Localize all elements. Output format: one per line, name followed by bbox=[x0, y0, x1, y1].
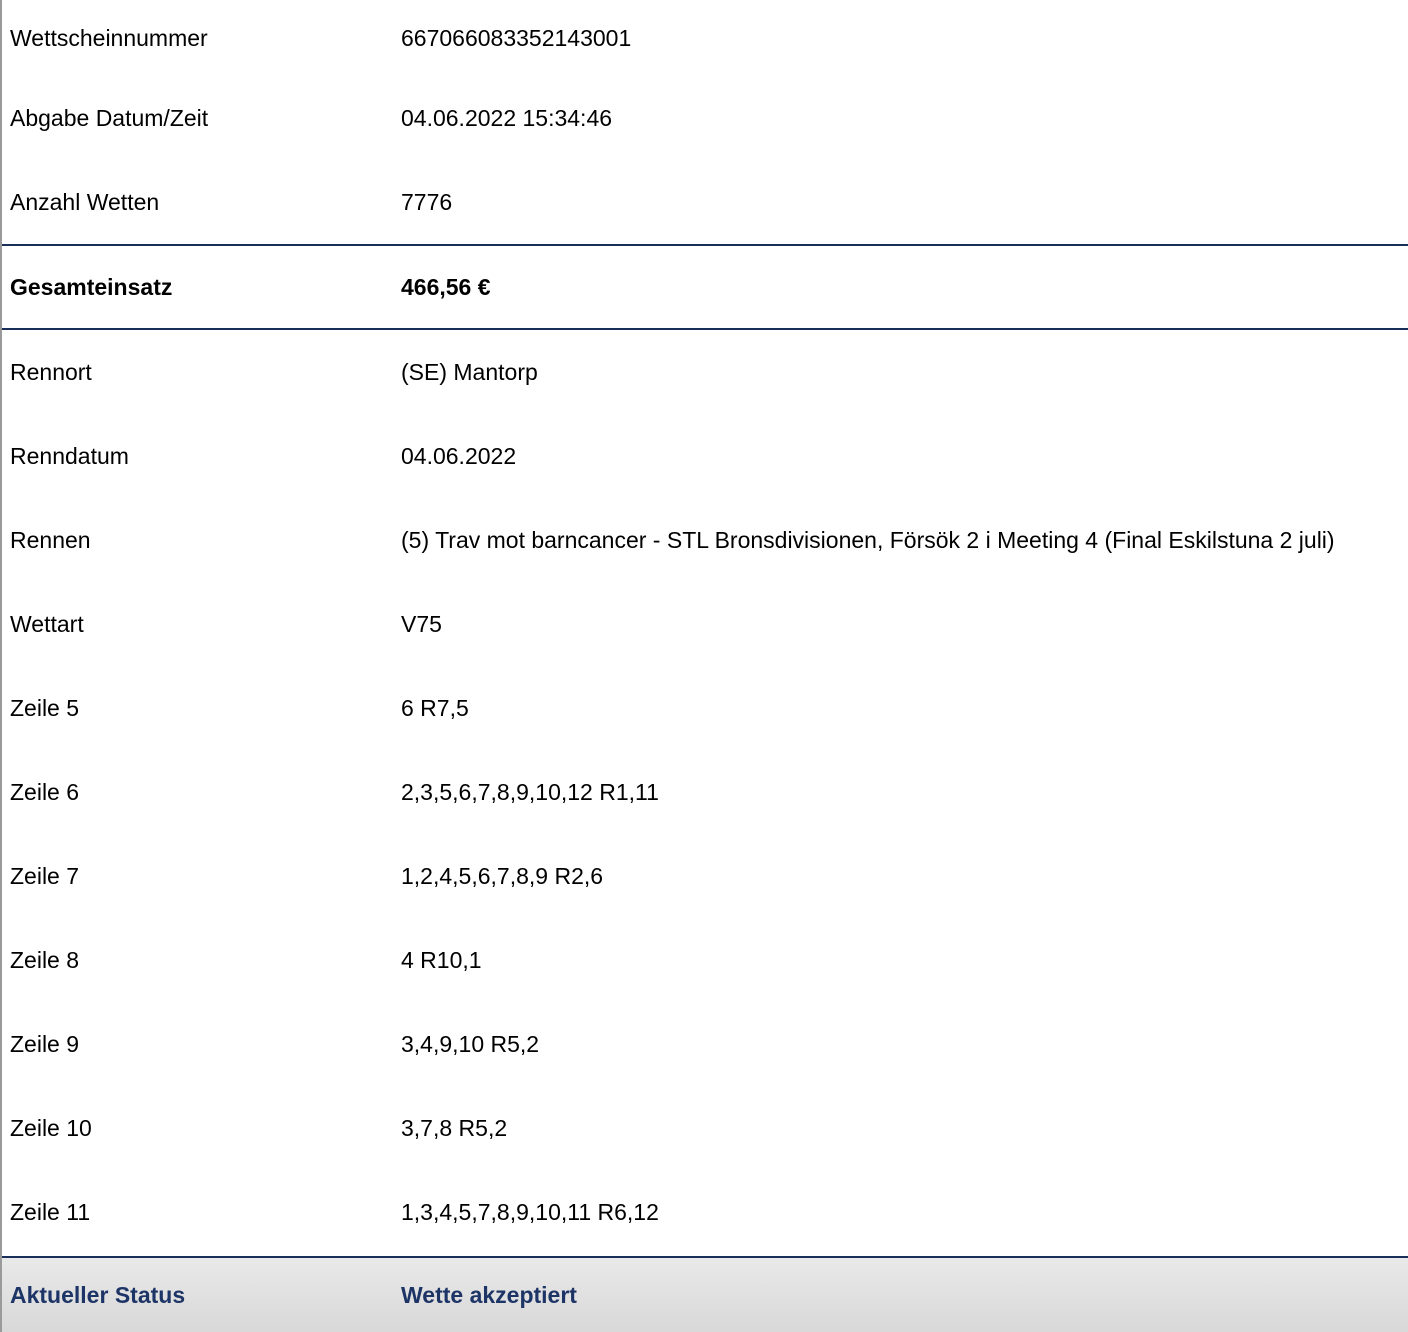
line-label: Zeile 7 bbox=[10, 862, 80, 889]
total-stake-label: Gesamteinsatz bbox=[10, 273, 173, 300]
line-label: Zeile 5 bbox=[10, 694, 80, 721]
line-label: Zeile 8 bbox=[10, 946, 80, 973]
venue-label: Rennort bbox=[10, 358, 92, 385]
row-current-status: Aktueller Status Wette akzeptiert bbox=[2, 1256, 1408, 1332]
current-status-value: Wette akzeptiert bbox=[401, 1281, 577, 1308]
row-line-9: Zeile 9 3,4,9,10 R5,2 bbox=[2, 1002, 1408, 1086]
race-value: (5) Trav mot barncancer - STL Bronsdivis… bbox=[401, 526, 1335, 553]
current-status-label: Aktueller Status bbox=[10, 1281, 186, 1308]
line-label: Zeile 9 bbox=[10, 1030, 80, 1057]
row-race-date: Renndatum 04.06.2022 bbox=[2, 414, 1408, 498]
row-total-stake: Gesamteinsatz 466,56 € bbox=[2, 244, 1408, 330]
total-stake-value: 466,56 € bbox=[401, 273, 491, 300]
line-value: 4 R10,1 bbox=[401, 946, 482, 973]
row-line-11: Zeile 11 1,3,4,5,7,8,9,10,11 R6,12 bbox=[2, 1170, 1408, 1254]
row-bets-count: Anzahl Wetten 7776 bbox=[2, 160, 1408, 244]
row-submitted-datetime: Abgabe Datum/Zeit 04.06.2022 15:34:46 bbox=[2, 76, 1408, 160]
ticket-number-label: Wettscheinnummer bbox=[10, 24, 208, 51]
row-venue: Rennort (SE) Mantorp bbox=[2, 330, 1408, 414]
line-value: 3,4,9,10 R5,2 bbox=[401, 1030, 540, 1057]
submitted-datetime-label: Abgabe Datum/Zeit bbox=[10, 104, 209, 131]
bet-type-value: V75 bbox=[401, 610, 442, 637]
race-label: Rennen bbox=[10, 526, 91, 553]
row-line-5: Zeile 5 6 R7,5 bbox=[2, 666, 1408, 750]
venue-value: (SE) Mantorp bbox=[401, 358, 538, 385]
line-value: 2,3,5,6,7,8,9,10,12 R1,11 bbox=[401, 778, 659, 805]
row-race: Rennen (5) Trav mot barncancer - STL Bro… bbox=[2, 498, 1408, 582]
line-label: Zeile 11 bbox=[10, 1198, 91, 1225]
line-value: 3,7,8 R5,2 bbox=[401, 1114, 508, 1141]
bets-count-label: Anzahl Wetten bbox=[10, 188, 160, 215]
line-value: 1,3,4,5,7,8,9,10,11 R6,12 bbox=[401, 1198, 659, 1225]
line-value: 6 R7,5 bbox=[401, 694, 469, 721]
row-line-6: Zeile 6 2,3,5,6,7,8,9,10,12 R1,11 bbox=[2, 750, 1408, 834]
row-line-8: Zeile 8 4 R10,1 bbox=[2, 918, 1408, 1002]
submitted-datetime-value: 04.06.2022 15:34:46 bbox=[401, 104, 613, 131]
line-value: 1,2,4,5,6,7,8,9 R2,6 bbox=[401, 862, 604, 889]
bet-ticket-details: Wettscheinnummer 667066083352143001 Abga… bbox=[0, 0, 1408, 1332]
race-date-label: Renndatum bbox=[10, 442, 129, 469]
line-label: Zeile 10 bbox=[10, 1114, 92, 1141]
ticket-number-value: 667066083352143001 bbox=[401, 24, 632, 51]
row-line-7: Zeile 7 1,2,4,5,6,7,8,9 R2,6 bbox=[2, 834, 1408, 918]
row-ticket-number: Wettscheinnummer 667066083352143001 bbox=[2, 0, 1408, 76]
row-line-10: Zeile 10 3,7,8 R5,2 bbox=[2, 1086, 1408, 1170]
bet-type-label: Wettart bbox=[10, 610, 84, 637]
line-label: Zeile 6 bbox=[10, 778, 80, 805]
row-bet-type: Wettart V75 bbox=[2, 582, 1408, 666]
race-date-value: 04.06.2022 bbox=[401, 442, 517, 469]
bets-count-value: 7776 bbox=[401, 188, 453, 215]
